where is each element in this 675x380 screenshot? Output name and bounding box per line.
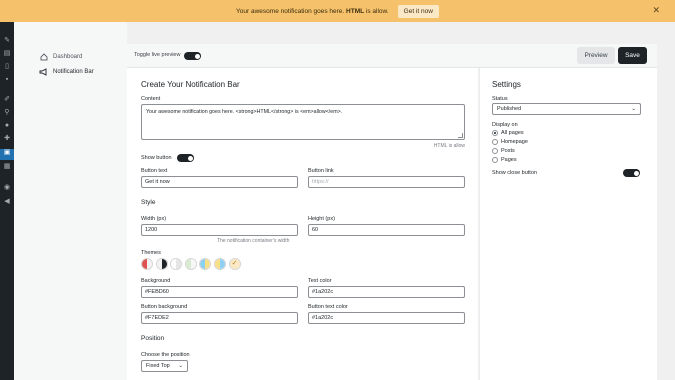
settings-title: Settings — [492, 80, 521, 89]
show-button-toggle[interactable] — [177, 154, 194, 162]
theme-swatch[interactable] — [184, 258, 197, 270]
width-label: Width (px) — [141, 216, 167, 222]
notification-cta-button[interactable]: Get it now — [397, 4, 439, 18]
swatch-half — [190, 259, 196, 269]
theme-swatch[interactable] — [170, 258, 183, 270]
radio-label: Posts — [501, 148, 515, 154]
show-close-toggle[interactable] — [623, 169, 640, 177]
background-input[interactable]: #FEBD60 — [141, 286, 298, 298]
chevron-down-icon: ⌄ — [178, 363, 183, 369]
position-value: Fixed Top — [146, 363, 170, 369]
radio-dot[interactable] — [492, 148, 498, 154]
status-label: Status — [492, 96, 508, 102]
plugins-icon[interactable]: ⚲ — [3, 109, 11, 117]
megaphone-icon — [39, 67, 48, 76]
close-icon[interactable]: ✕ — [652, 5, 660, 16]
nav-item-notification-bar[interactable]: Notification Bar — [39, 67, 94, 76]
plugin-nav: Dashboard Notification Bar — [14, 22, 127, 380]
radio-homepage[interactable]: Homepage — [492, 139, 528, 145]
preview-button[interactable]: Preview — [577, 47, 615, 64]
appearance-icon[interactable]: ✐ — [3, 96, 11, 104]
resize-handle-icon[interactable] — [458, 133, 463, 138]
width-input[interactable]: 1200 — [141, 224, 298, 236]
comments-icon[interactable]: ▪ — [3, 76, 11, 84]
content-help: HTML is allow — [433, 143, 465, 149]
button-text-input[interactable]: Get it now — [141, 176, 298, 188]
live-preview-toggle[interactable] — [184, 52, 201, 60]
theme-swatch[interactable] — [141, 258, 153, 270]
nav-dashboard-label: Dashboard — [53, 53, 83, 60]
radio-pages[interactable]: Pages — [492, 157, 517, 163]
radio-all-pages[interactable]: All pages — [492, 130, 524, 136]
button-link-label: Button link — [308, 168, 334, 174]
display-on-label: Display on — [492, 122, 518, 128]
position-heading: Position — [141, 335, 165, 342]
radio-posts[interactable]: Posts — [492, 148, 515, 154]
theme-swatch[interactable] — [155, 258, 168, 270]
height-input[interactable]: 60 — [308, 224, 465, 236]
tools-icon[interactable]: ✚ — [3, 135, 11, 143]
radio-dot[interactable] — [492, 130, 498, 136]
top-toolbar: Toggle live preview Preview Save — [127, 44, 657, 68]
form-title: Create Your Notification Bar — [141, 80, 240, 89]
swatch-half — [176, 259, 182, 269]
watermark-url: www.greenxf.com — [506, 346, 604, 359]
radio-label: Homepage — [501, 139, 528, 145]
button-text-label: Button text — [141, 168, 168, 174]
theme-swatch[interactable]: ✓ — [228, 258, 241, 270]
pin-icon[interactable]: ✎ — [3, 37, 11, 45]
status-value: Published — [497, 106, 522, 112]
swatch-half — [147, 259, 152, 269]
media-icon[interactable]: ▤ — [3, 50, 11, 58]
swatch-half — [205, 259, 211, 269]
chevron-down-icon: ⌄ — [631, 106, 636, 112]
collapse-icon[interactable]: ◀ — [3, 198, 11, 206]
content-label: Content — [141, 96, 161, 102]
choose-position-label: Choose the position — [141, 352, 190, 358]
notification-bar: Your awesome notification goes here. HTM… — [0, 0, 675, 22]
themes-label: Themes — [141, 250, 161, 256]
button-text-color-label: Button text color — [308, 304, 348, 310]
radio-label: Pages — [501, 157, 517, 163]
right-gutter — [657, 44, 675, 380]
background-label: Background — [141, 278, 171, 284]
style-heading: Style — [141, 199, 156, 206]
show-button-label: Show button — [141, 155, 172, 161]
text-color-input[interactable]: #1a202c — [308, 286, 465, 298]
status-select[interactable]: Published ⌄ — [492, 103, 641, 115]
check-icon: ✓ — [231, 260, 238, 267]
extra-icon[interactable]: ◉ — [3, 184, 11, 192]
radio-label: All pages — [501, 130, 524, 136]
swatch-half — [220, 259, 225, 269]
position-select[interactable]: Fixed Top ⌄ — [141, 360, 188, 372]
button-text-color-input[interactable]: #1a202c — [308, 312, 465, 324]
button-link-input[interactable]: https:// — [308, 176, 465, 188]
home-icon — [39, 52, 48, 61]
nav-notification-bar-label: Notification Bar — [53, 68, 94, 75]
live-preview-label: Toggle live preview — [134, 52, 181, 58]
radio-dot[interactable] — [492, 157, 498, 163]
users-icon[interactable]: ● — [3, 122, 11, 130]
content-value: Your awesome notification goes here. <st… — [146, 109, 343, 115]
content-textarea[interactable]: Your awesome notification goes here. <st… — [141, 104, 465, 140]
nav-item-dashboard[interactable]: Dashboard — [39, 52, 82, 61]
text-color-label: Text color — [308, 278, 332, 284]
height-label: Height (px) — [308, 216, 335, 222]
theme-swatch[interactable] — [199, 258, 212, 270]
button-background-input[interactable]: #F7EDE2 — [141, 312, 298, 324]
notification-text: Your awesome notification goes here. HTM… — [236, 7, 389, 15]
main-form-panel: Create Your Notification Bar Content You… — [127, 68, 478, 380]
save-button[interactable]: Save — [618, 47, 647, 64]
admin-sidebar: ✎ ▤ ▯ ▪ ✐ ⚲ ● ✚ ▣ ▦ ◉ ◀ — [0, 22, 14, 380]
width-help: The notification container's width — [217, 238, 290, 244]
theme-swatch[interactable] — [214, 258, 226, 270]
radio-dot[interactable] — [492, 139, 498, 145]
show-close-label: Show close button — [492, 170, 537, 176]
settings-icon[interactable]: ▦ — [3, 163, 11, 171]
notification-plugin-icon[interactable]: ▣ — [0, 149, 14, 160]
pages-icon[interactable]: ▯ — [3, 63, 11, 71]
button-background-label: Button background — [141, 304, 188, 310]
swatch-half — [161, 259, 167, 269]
